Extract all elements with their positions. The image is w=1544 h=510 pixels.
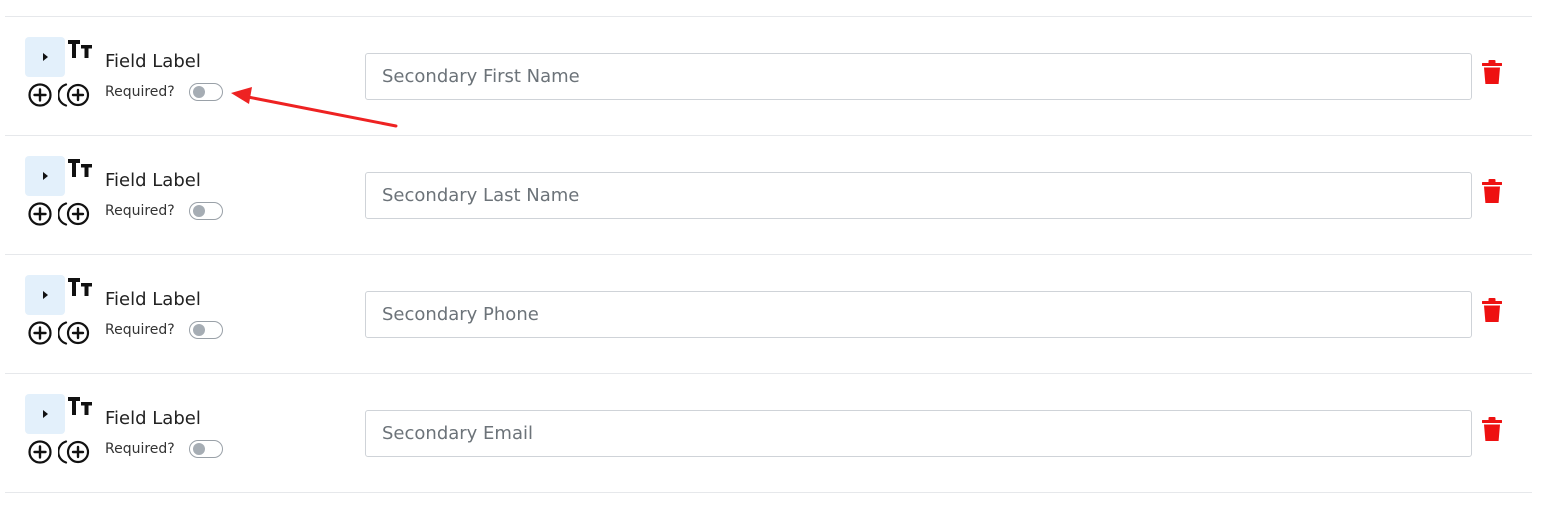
expand-field-button[interactable]: [25, 394, 65, 434]
add-circle-ring-icon[interactable]: [58, 319, 92, 347]
text-size-icon[interactable]: [68, 157, 94, 179]
required-label: Required?: [105, 322, 175, 338]
field-name-input[interactable]: [365, 410, 1472, 457]
field-row-secondary-phone: Field Label Required?: [0, 255, 1544, 374]
add-circle-ring-icon[interactable]: [58, 200, 92, 228]
required-label: Required?: [105, 441, 175, 457]
field-label[interactable]: Field Label: [105, 51, 201, 73]
text-size-icon[interactable]: [68, 38, 94, 60]
trash-icon[interactable]: [1482, 179, 1502, 203]
toggle-knob: [193, 205, 205, 217]
trash-icon[interactable]: [1482, 417, 1502, 441]
caret-right-icon: [43, 410, 48, 418]
field-name-input[interactable]: [365, 291, 1472, 338]
add-circle-icon[interactable]: [27, 82, 53, 108]
caret-right-icon: [43, 291, 48, 299]
required-label: Required?: [105, 203, 175, 219]
text-size-icon[interactable]: [68, 395, 94, 417]
add-circle-ring-icon[interactable]: [58, 438, 92, 466]
required-label: Required?: [105, 84, 175, 100]
add-circle-icon[interactable]: [27, 320, 53, 346]
caret-right-icon: [43, 172, 48, 180]
toggle-knob: [193, 324, 205, 336]
trash-icon[interactable]: [1482, 60, 1502, 84]
field-label[interactable]: Field Label: [105, 408, 201, 430]
row-divider: [5, 492, 1532, 493]
trash-icon[interactable]: [1482, 298, 1502, 322]
field-row-secondary-last-name: Field Label Required?: [0, 136, 1544, 255]
text-size-icon[interactable]: [68, 276, 94, 298]
toggle-knob: [193, 86, 205, 98]
field-name-input[interactable]: [365, 172, 1472, 219]
form-fields-editor: Field Label Required? Field Label: [0, 0, 1544, 510]
field-label[interactable]: Field Label: [105, 289, 201, 311]
caret-right-icon: [43, 53, 48, 61]
field-name-input[interactable]: [365, 53, 1472, 100]
toggle-knob: [193, 443, 205, 455]
add-circle-ring-icon[interactable]: [58, 81, 92, 109]
field-label[interactable]: Field Label: [105, 170, 201, 192]
add-circle-icon[interactable]: [27, 201, 53, 227]
required-toggle[interactable]: [189, 83, 223, 101]
add-circle-icon[interactable]: [27, 439, 53, 465]
required-toggle[interactable]: [189, 440, 223, 458]
expand-field-button[interactable]: [25, 275, 65, 315]
field-row-secondary-first-name: Field Label Required?: [0, 17, 1544, 136]
expand-field-button[interactable]: [25, 156, 65, 196]
required-toggle[interactable]: [189, 202, 223, 220]
required-toggle[interactable]: [189, 321, 223, 339]
expand-field-button[interactable]: [25, 37, 65, 77]
field-row-secondary-email: Field Label Required?: [0, 374, 1544, 493]
